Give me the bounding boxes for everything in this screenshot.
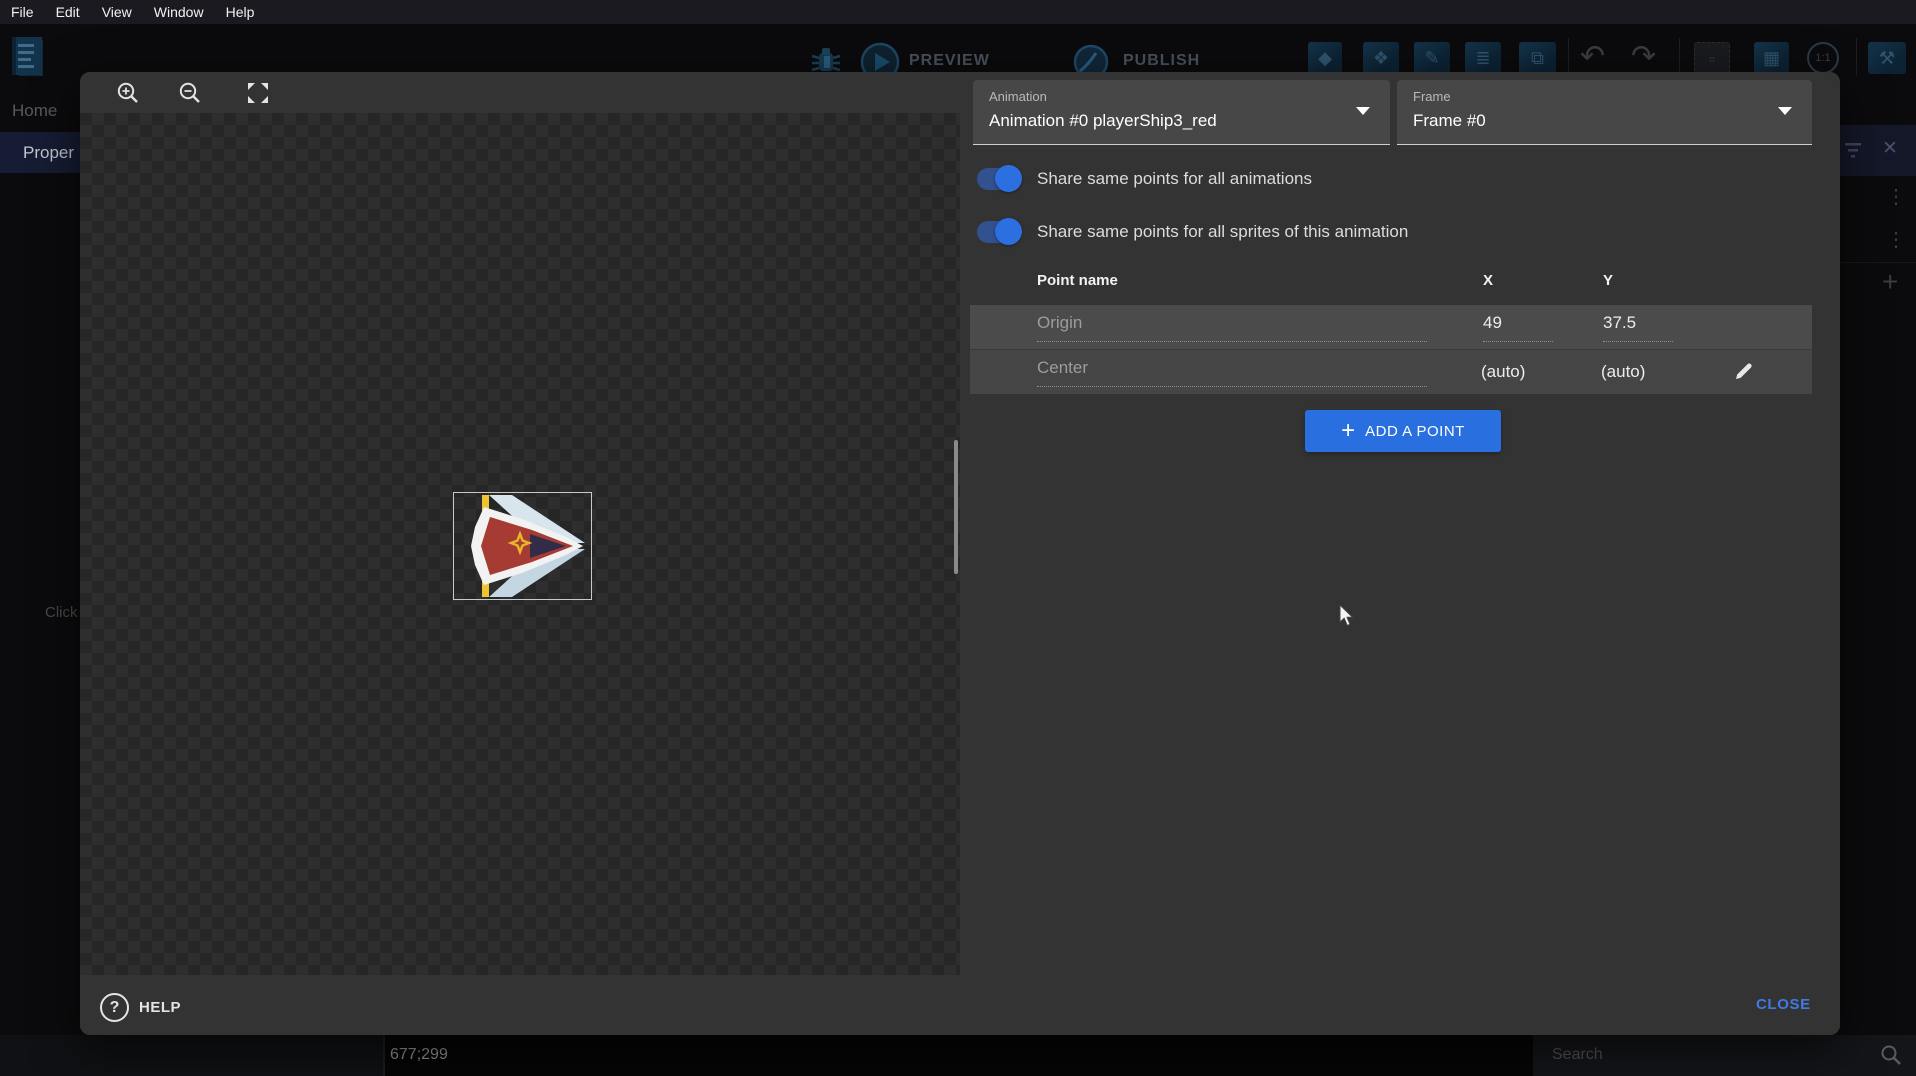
add-point-label: ADD A POINT <box>1365 423 1465 440</box>
point-x-field[interactable]: 49 <box>1483 313 1553 342</box>
preview-button[interactable]: PREVIEW <box>909 52 990 70</box>
frame-select-label: Frame <box>1413 89 1451 104</box>
panel-close-icon[interactable]: ✕ <box>1882 137 1898 160</box>
project-manager-icon[interactable] <box>12 37 46 79</box>
menu-bar: File Edit View Window Help <box>0 0 1916 24</box>
point-y-value: (auto) <box>1601 362 1645 382</box>
chevron-down-icon <box>1356 107 1370 115</box>
help-question-icon: ? <box>100 993 129 1022</box>
zoom-ratio-glyph: 1:1 <box>1807 42 1839 74</box>
help-label: HELP <box>139 999 181 1016</box>
animation-select-value: Animation #0 playerShip3_red <box>989 111 1217 131</box>
menu-edit[interactable]: Edit <box>45 0 91 24</box>
expand-arrows-icon <box>246 81 270 105</box>
grid-icon[interactable]: ▦ <box>1754 42 1789 74</box>
menu-file[interactable]: File <box>0 0 45 24</box>
add-point-button[interactable]: + ADD A POINT <box>1305 410 1501 452</box>
undo-icon[interactable]: ↶ <box>1580 42 1605 72</box>
objects-panel-header: ✕ <box>1838 125 1916 176</box>
mouse-cursor <box>1339 605 1357 627</box>
doc-line <box>18 44 34 47</box>
point-y-field[interactable]: 37.5 <box>1603 313 1673 342</box>
frame-select[interactable]: Frame Frame #0 <box>1397 80 1812 145</box>
toggle-share-all-sprites[interactable] <box>977 221 1020 243</box>
layers-icon[interactable]: ⧉ <box>1519 42 1556 74</box>
point-name-field[interactable]: Origin <box>1037 313 1427 342</box>
toggle-share-all-animations-label: Share same points for all animations <box>1037 169 1312 189</box>
search-icon[interactable] <box>1880 1044 1902 1066</box>
left-panel-hint-text: Click <box>45 604 78 621</box>
doc-line <box>18 65 34 68</box>
zoom-in-button[interactable] <box>110 75 146 111</box>
sprite-bounding-box[interactable] <box>453 492 592 600</box>
help-button[interactable]: ? HELP <box>100 993 181 1022</box>
filter-icon[interactable] <box>1845 142 1865 158</box>
doc-front <box>12 37 42 75</box>
dialog-footer <box>80 975 1840 1035</box>
toolbar-separator <box>1856 38 1857 76</box>
close-button[interactable]: CLOSE <box>1750 995 1817 1014</box>
point-row-center[interactable]: Center (auto) (auto) <box>970 349 1812 394</box>
point-row-origin[interactable]: Origin 49 37.5 <box>970 305 1812 349</box>
events-list-icon[interactable]: ≣ <box>1465 42 1501 74</box>
tab-properties[interactable]: Proper <box>0 132 80 173</box>
status-bar-left-section <box>0 1035 385 1076</box>
search-panel <box>1533 1035 1916 1076</box>
settings-wrench-icon[interactable]: ⚒ <box>1868 42 1906 74</box>
edit-point-pencil-icon[interactable] <box>1733 360 1755 382</box>
redo-icon[interactable]: ↷ <box>1631 42 1656 72</box>
plus-icon: + <box>1341 419 1355 443</box>
zoom-ratio-icon[interactable]: 1:1 <box>1803 42 1843 74</box>
cursor-coordinates: 677;299 <box>390 1046 448 1064</box>
toolbar-separator <box>1679 38 1680 76</box>
object-list-row[interactable]: ⋮ <box>1838 219 1916 263</box>
tab-home[interactable]: Home <box>12 101 57 121</box>
frame-select-value: Frame #0 <box>1413 111 1486 131</box>
add-object-row[interactable]: + <box>1838 262 1916 308</box>
tab-properties-label: Proper <box>23 143 74 163</box>
points-table-header-name: Point name <box>1037 272 1118 289</box>
mask-icon[interactable]: ▫ <box>1694 42 1730 76</box>
doc-line <box>18 58 31 61</box>
point-x-value: (auto) <box>1481 362 1525 382</box>
zoom-out-button[interactable] <box>172 75 208 111</box>
export-object-icon[interactable]: ◆ <box>1308 42 1342 74</box>
instances-icon[interactable]: ❖ <box>1363 42 1399 74</box>
fit-to-view-button[interactable] <box>240 75 276 111</box>
menu-help[interactable]: Help <box>215 0 266 24</box>
doc-line <box>18 51 34 54</box>
zoom-out-icon <box>178 81 202 105</box>
point-name-field[interactable]: Center <box>1037 358 1427 387</box>
search-input[interactable] <box>1550 1045 1834 1065</box>
animation-select-label: Animation <box>989 89 1047 104</box>
player-ship-sprite <box>454 493 591 599</box>
zoom-in-icon <box>116 81 140 105</box>
publish-button[interactable]: PUBLISH <box>1123 52 1200 70</box>
object-list-row[interactable]: ⋮ <box>1838 176 1916 220</box>
chevron-down-icon <box>1778 107 1792 115</box>
animation-select[interactable]: Animation Animation #0 playerShip3_red <box>973 80 1390 145</box>
toggle-thumb <box>995 218 1022 245</box>
toolbar-separator <box>1568 38 1569 76</box>
object-menu-icon[interactable]: ⋮ <box>1886 184 1906 209</box>
points-table-header-x: X <box>1483 272 1493 289</box>
toggle-share-all-animations[interactable] <box>977 168 1020 190</box>
menu-window[interactable]: Window <box>143 0 215 24</box>
object-menu-icon[interactable]: ⋮ <box>1886 227 1906 252</box>
toggle-share-all-sprites-label: Share same points for all sprites of thi… <box>1037 222 1408 242</box>
edit-points-dialog: Animation Animation #0 playerShip3_red F… <box>80 72 1840 1035</box>
menu-view[interactable]: View <box>91 0 143 24</box>
canvas-scrollbar[interactable] <box>954 440 958 574</box>
toggle-thumb <box>995 165 1022 192</box>
canvas-toolbar <box>80 72 960 113</box>
points-table-header-y: Y <box>1603 272 1613 289</box>
edit-scene-icon[interactable]: ✎ <box>1414 42 1450 74</box>
add-object-icon: + <box>1882 266 1898 298</box>
